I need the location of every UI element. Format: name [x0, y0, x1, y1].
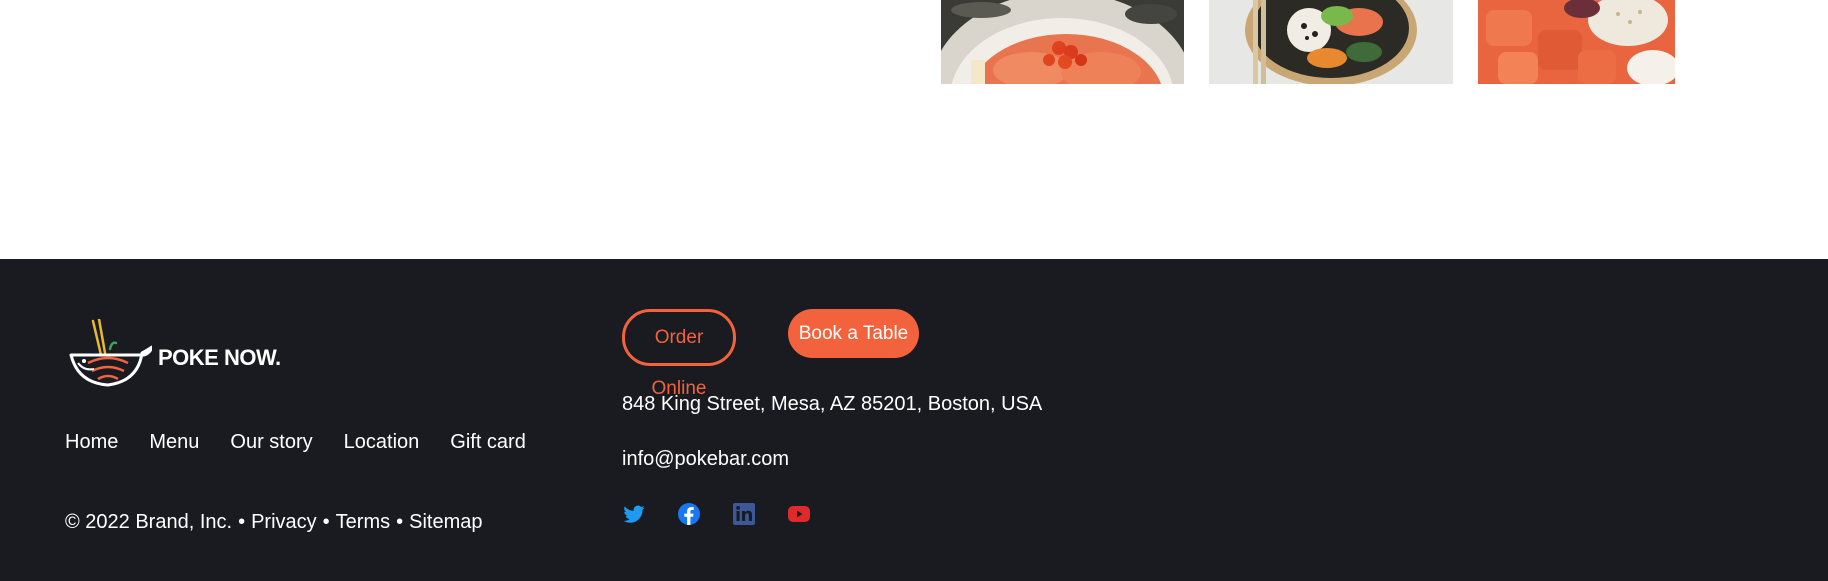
content-section — [0, 0, 1828, 259]
facebook-icon[interactable] — [677, 502, 701, 526]
poke-bowl-logo-icon — [66, 317, 154, 400]
email-link[interactable]: info@pokebar.com — [622, 448, 789, 470]
email-row: info@pokebar.com — [622, 448, 789, 471]
footer-link-location[interactable]: Location — [344, 431, 420, 454]
salmon-roe-bowl-photo — [941, 0, 1184, 84]
linkedin-icon[interactable] — [732, 502, 756, 526]
poke-bowl-chopsticks-photo — [1209, 0, 1453, 84]
brand-logo[interactable]: POKE NOW. — [66, 317, 281, 400]
twitter-icon[interactable] — [622, 502, 646, 526]
salmon-poke-photo — [1478, 0, 1675, 84]
footer-nav: Home Menu Our story Location Gift card — [65, 431, 526, 454]
separator: • — [396, 511, 404, 533]
social-links — [622, 502, 811, 526]
brand-name: POKE NOW. — [158, 344, 281, 370]
site-footer: POKE NOW. Home Menu Our story Location G… — [0, 259, 1828, 581]
legal-bar: © 2022 Brand, Inc. • Privacy • Terms • S… — [65, 511, 483, 534]
sitemap-link[interactable]: Sitemap — [409, 511, 482, 534]
address-text: 848 King Street, Mesa, AZ 85201, Boston,… — [622, 393, 1043, 415]
separator: • — [238, 511, 246, 533]
terms-link[interactable]: Terms — [336, 511, 390, 534]
footer-link-our-story[interactable]: Our story — [230, 431, 312, 454]
youtube-icon[interactable] — [787, 502, 811, 526]
book-table-button[interactable]: Book a Table — [788, 309, 919, 358]
privacy-link[interactable]: Privacy — [251, 511, 317, 534]
separator: • — [322, 511, 330, 533]
footer-link-gift-card[interactable]: Gift card — [450, 431, 526, 454]
order-online-button[interactable]: Order Online — [622, 309, 736, 399]
footer-link-home[interactable]: Home — [65, 431, 118, 454]
footer-link-menu[interactable]: Menu — [149, 431, 199, 454]
copyright-text: © 2022 Brand, Inc. — [65, 511, 233, 533]
